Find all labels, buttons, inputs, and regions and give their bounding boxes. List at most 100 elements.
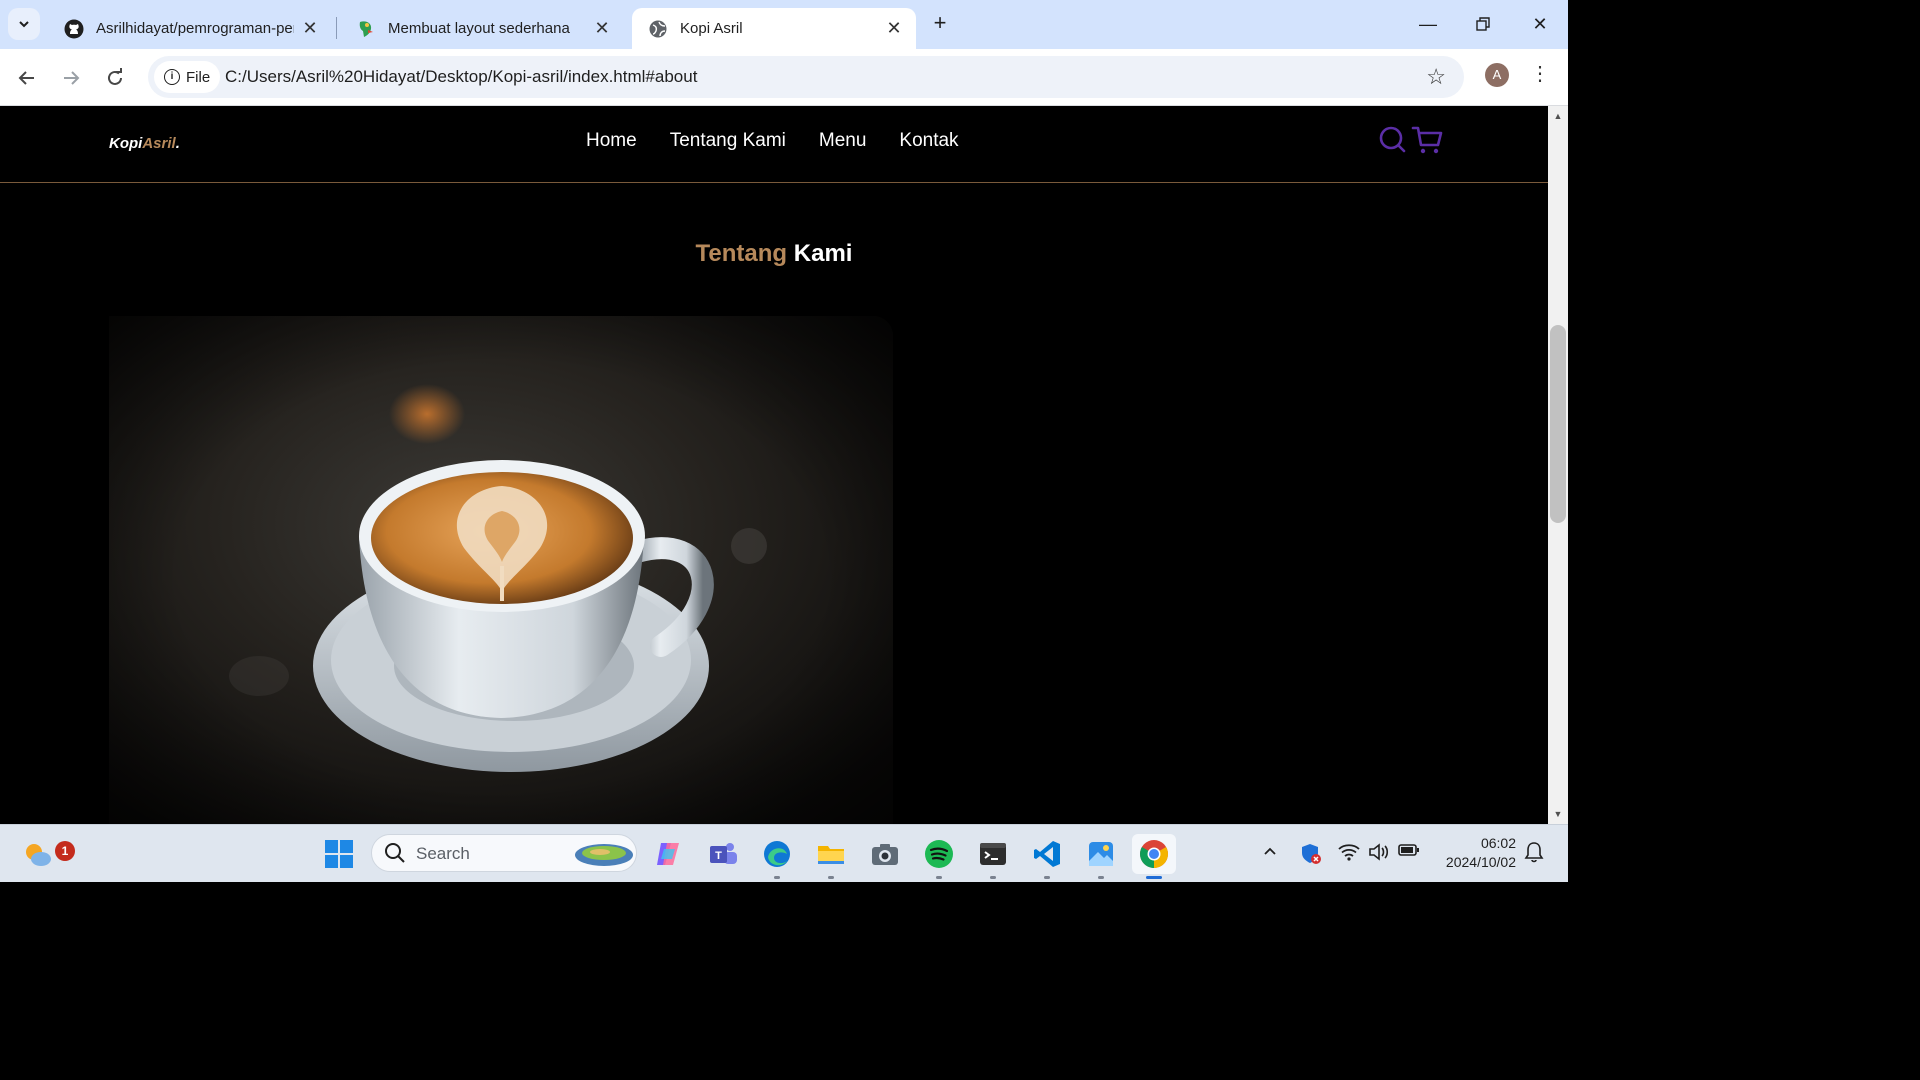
edge-icon	[764, 841, 790, 867]
teams-icon: T	[710, 843, 737, 864]
nav-link-tentang-kami[interactable]: Tentang Kami	[670, 130, 786, 152]
cart-icon[interactable]	[1411, 125, 1443, 155]
running-indicator	[1146, 876, 1162, 879]
close-window-button[interactable]: ✕	[1520, 10, 1560, 38]
scroll-down-arrow-icon[interactable]: ▼	[1548, 806, 1568, 822]
site-logo[interactable]: KopiAsril.	[109, 135, 180, 152]
notification-badge: 1	[55, 841, 75, 861]
volume-icon[interactable]	[1368, 843, 1390, 866]
search-icon	[385, 843, 405, 863]
search-highlight-image-icon	[575, 844, 633, 866]
windows-logo-icon	[325, 840, 353, 868]
tab-strip: Asrilhidayat/pemrograman-per ✕ Membuat l…	[0, 0, 1568, 49]
taskbar-file-explorer[interactable]	[811, 834, 851, 879]
minimize-button[interactable]: —	[1408, 10, 1448, 38]
site-navbar: KopiAsril. Home Tentang Kami Menu Kontak	[0, 106, 1548, 183]
logo-dot: .	[175, 135, 180, 152]
running-indicator	[936, 876, 942, 879]
page-viewport: KopiAsril. Home Tentang Kami Menu Kontak…	[0, 106, 1548, 824]
section-title-tentang-kami: Tentang Kami	[0, 240, 1548, 268]
back-button[interactable]	[14, 65, 40, 91]
camera-icon	[872, 844, 898, 865]
running-indicator	[828, 876, 834, 879]
running-indicator	[774, 876, 780, 879]
profile-avatar[interactable]: A	[1485, 63, 1509, 87]
taskbar-spotify[interactable]	[919, 834, 959, 879]
tab-kopi-asril[interactable]: Kopi Asril ✕	[632, 8, 916, 49]
start-button[interactable]	[319, 834, 359, 874]
search-icon[interactable]	[1377, 125, 1407, 155]
forward-button[interactable]	[58, 65, 84, 91]
chip-label: File	[186, 68, 211, 86]
svg-text:T: T	[715, 850, 722, 862]
clock-time: 06:02	[1480, 835, 1516, 851]
close-icon[interactable]: ✕	[594, 18, 610, 39]
title-white-word: Kami	[793, 240, 853, 267]
nav-link-menu[interactable]: Menu	[819, 130, 867, 152]
tab-title: Asrilhidayat/pemrograman-per	[96, 20, 294, 37]
arrow-right-icon	[64, 71, 80, 85]
url-text[interactable]: C:/Users/Asril%20Hidayat/Desktop/Kopi-as…	[225, 67, 697, 87]
running-indicator	[1098, 876, 1104, 879]
title-accent-word: Tentang	[695, 240, 788, 267]
taskbar-chrome[interactable]	[1132, 834, 1176, 879]
system-clock[interactable]: 06:02 2024/10/02	[1432, 834, 1516, 872]
tray-chevron-up-icon[interactable]	[1262, 843, 1278, 864]
taskbar-search[interactable]: Search	[371, 834, 637, 872]
logo-text-asril: Asril	[142, 135, 176, 152]
close-icon[interactable]: ✕	[886, 18, 902, 39]
search-placeholder: Search	[416, 844, 470, 863]
taskbar-edge[interactable]	[757, 834, 797, 879]
menu-kebab-icon[interactable]: ⋮	[1530, 64, 1550, 84]
weather-widget[interactable]: 1	[18, 834, 75, 874]
taskbar-photos[interactable]	[1081, 834, 1121, 879]
scrollbar-thumb[interactable]	[1550, 325, 1566, 523]
nav-link-home[interactable]: Home	[586, 130, 637, 152]
folder-icon	[818, 846, 844, 864]
coffee-cup-illustration	[109, 316, 893, 824]
taskbar-camera[interactable]	[865, 834, 905, 874]
copilot-icon	[657, 843, 679, 865]
scroll-up-arrow-icon[interactable]: ▲	[1548, 108, 1568, 124]
about-coffee-image	[109, 316, 893, 824]
notification-bell-icon[interactable]	[1524, 841, 1544, 868]
nav-icons	[1377, 125, 1443, 155]
globe-icon	[648, 19, 668, 39]
battery-icon[interactable]	[1398, 843, 1420, 862]
page-scrollbar[interactable]: ▲ ▼	[1548, 106, 1568, 824]
vscode-icon	[1034, 841, 1060, 867]
restore-button[interactable]	[1463, 10, 1503, 38]
photos-icon	[1089, 842, 1113, 866]
wifi-icon[interactable]	[1338, 843, 1360, 866]
taskbar-copilot[interactable]	[648, 834, 688, 874]
windows-taskbar: 1 Search T 06:02 2024/10/02	[0, 824, 1568, 882]
taskbar-teams[interactable]: T	[703, 834, 743, 874]
restore-icon	[1476, 17, 1490, 31]
tab-layout[interactable]: Membuat layout sederhana ✕	[340, 8, 624, 49]
parrot-icon	[356, 19, 376, 39]
arrow-left-icon	[18, 71, 34, 85]
tab-title: Kopi Asril	[680, 20, 743, 37]
weather-icon	[26, 844, 51, 866]
taskbar-terminal[interactable]	[973, 834, 1013, 879]
chrome-icon	[1140, 840, 1168, 868]
tab-github[interactable]: Asrilhidayat/pemrograman-per ✕	[48, 8, 332, 49]
running-indicator	[990, 876, 996, 879]
github-icon	[64, 19, 84, 39]
terminal-icon	[980, 843, 1006, 865]
bookmark-star-icon[interactable]: ☆	[1426, 64, 1446, 90]
tab-search-button[interactable]	[8, 8, 40, 40]
reload-button[interactable]	[102, 65, 128, 91]
site-info-chip[interactable]: i File	[154, 61, 221, 93]
address-bar[interactable]: i File C:/Users/Asril%20Hidayat/Desktop/…	[148, 56, 1464, 98]
clock-date: 2024/10/02	[1445, 854, 1516, 870]
tab-separator	[336, 17, 337, 39]
nav-links: Home Tentang Kami Menu Kontak	[586, 130, 959, 152]
reload-icon	[108, 68, 122, 85]
taskbar-vscode[interactable]	[1027, 834, 1067, 879]
security-shield-icon[interactable]	[1300, 843, 1322, 870]
nav-link-kontak[interactable]: Kontak	[899, 130, 958, 152]
browser-toolbar: i File C:/Users/Asril%20Hidayat/Desktop/…	[0, 49, 1568, 106]
new-tab-button[interactable]: +	[928, 12, 952, 36]
close-icon[interactable]: ✕	[302, 18, 318, 39]
